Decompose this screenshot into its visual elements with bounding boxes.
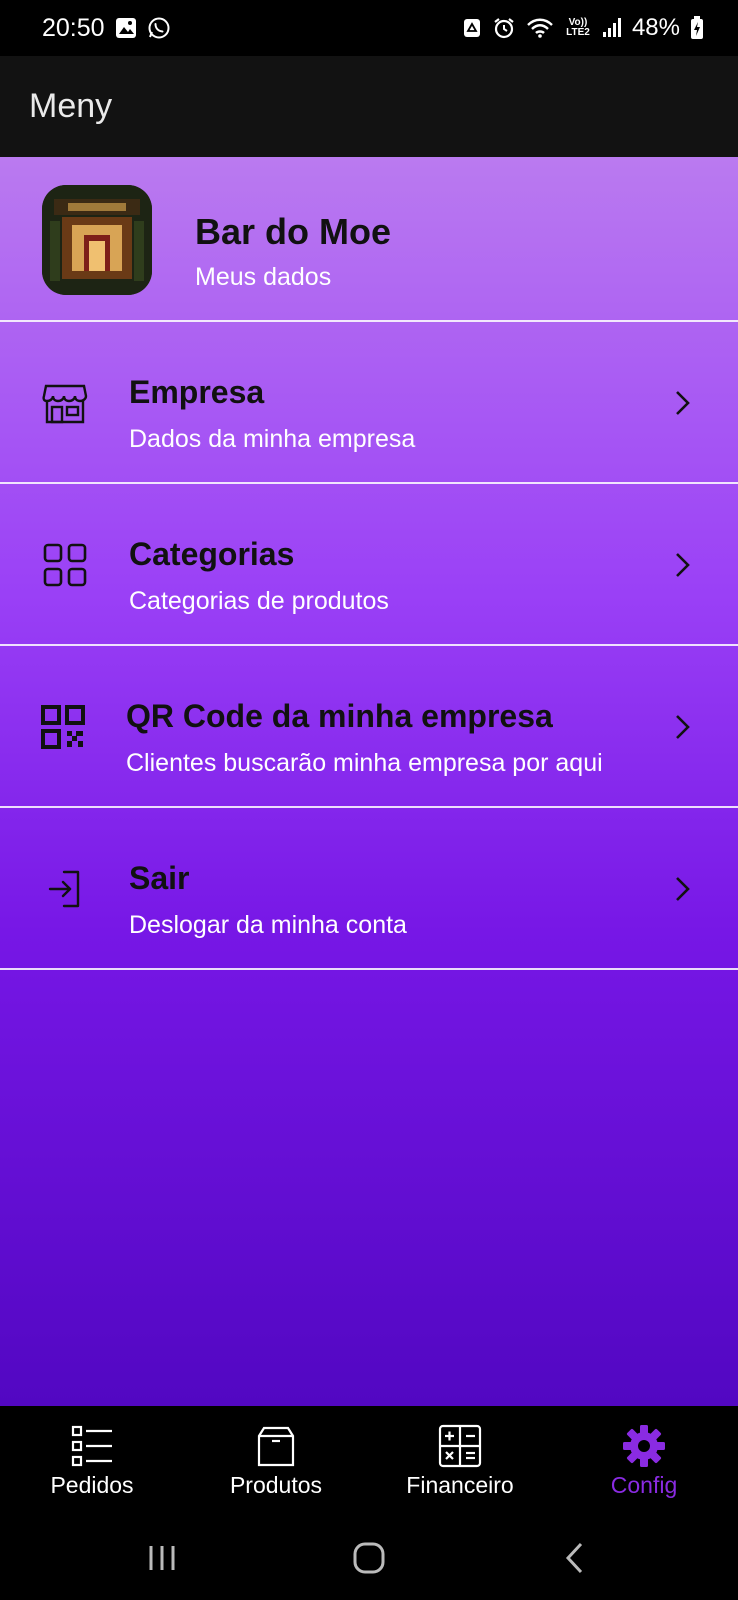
list-icon xyxy=(70,1424,114,1468)
nav-item-financeiro[interactable]: Financeiro xyxy=(368,1406,552,1516)
recycle-icon xyxy=(462,17,482,39)
nav-label: Financeiro xyxy=(406,1472,514,1498)
home-icon[interactable] xyxy=(349,1538,389,1578)
image-icon xyxy=(115,17,137,39)
bottom-nav: Pedidos Produtos Financeiro Config xyxy=(0,1406,738,1516)
profile-subtitle: Meus dados xyxy=(195,263,332,291)
alarm-icon xyxy=(492,16,516,40)
profile-row[interactable]: Bar do Moe Meus dados xyxy=(0,157,738,322)
gear-icon xyxy=(622,1424,666,1468)
network-type: Vo)) LTE2 xyxy=(566,17,590,38)
wifi-icon xyxy=(526,17,554,39)
recent-apps-icon[interactable] xyxy=(142,1538,182,1578)
status-bar: 20:50 Vo)) LTE2 48% xyxy=(0,0,738,56)
box-icon xyxy=(254,1424,298,1468)
menu-item-title: Categorias xyxy=(129,536,295,572)
system-nav-bar xyxy=(0,1516,738,1600)
menu-item-title: Sair xyxy=(129,860,190,896)
chevron-right-icon xyxy=(672,712,694,742)
menu-item-subtitle: Deslogar da minha conta xyxy=(129,911,407,939)
calculator-icon xyxy=(438,1424,482,1468)
nav-label: Produtos xyxy=(229,1472,323,1498)
battery-percent: 48% xyxy=(631,14,680,41)
qr-code-icon xyxy=(40,704,86,750)
logout-icon xyxy=(42,866,88,912)
nav-item-produtos[interactable]: Produtos xyxy=(184,1406,368,1516)
menu-item-qr-code[interactable]: QR Code da minha empresa Clientes buscar… xyxy=(0,646,738,808)
menu-item-empresa[interactable]: Empresa Dados da minha empresa xyxy=(0,322,738,484)
menu-item-sair[interactable]: Sair Deslogar da minha conta xyxy=(0,808,738,970)
status-time: 20:50 xyxy=(42,13,105,42)
battery-charging-icon xyxy=(690,16,704,40)
menu-item-categorias[interactable]: Categorias Categorias de produtos xyxy=(0,484,738,646)
chevron-right-icon xyxy=(672,550,694,580)
nav-label: Pedidos xyxy=(50,1472,134,1498)
menu-item-subtitle: Categorias de produtos xyxy=(129,587,389,615)
profile-name: Bar do Moe xyxy=(195,211,392,252)
menu-item-subtitle: Dados da minha empresa xyxy=(129,425,416,453)
menu-item-title: Empresa xyxy=(129,374,265,410)
signal-icon xyxy=(602,17,622,39)
store-icon xyxy=(42,380,88,426)
menu-item-subtitle: Clientes buscarão minha empresa por aqui xyxy=(126,749,603,777)
chevron-right-icon xyxy=(672,874,694,904)
status-right: Vo)) LTE2 48% xyxy=(462,14,704,42)
screen: 20:50 Vo)) LTE2 48% Meny Bar do Moe Meus… xyxy=(0,0,738,1600)
grid-icon xyxy=(42,542,88,588)
menu-item-title: QR Code da minha empresa xyxy=(126,698,553,734)
status-left: 20:50 xyxy=(42,14,171,43)
whatsapp-icon xyxy=(147,16,171,40)
avatar xyxy=(42,185,152,295)
app-bar: Meny xyxy=(0,56,738,157)
nav-label: Config xyxy=(610,1472,678,1498)
page-title: Meny xyxy=(29,87,113,125)
chevron-right-icon xyxy=(672,388,694,418)
nav-item-config[interactable]: Config xyxy=(552,1406,736,1516)
back-icon[interactable] xyxy=(556,1538,596,1578)
nav-item-pedidos[interactable]: Pedidos xyxy=(0,1406,184,1516)
menu-content: Bar do Moe Meus dados Empresa Dados da m… xyxy=(0,157,738,1406)
